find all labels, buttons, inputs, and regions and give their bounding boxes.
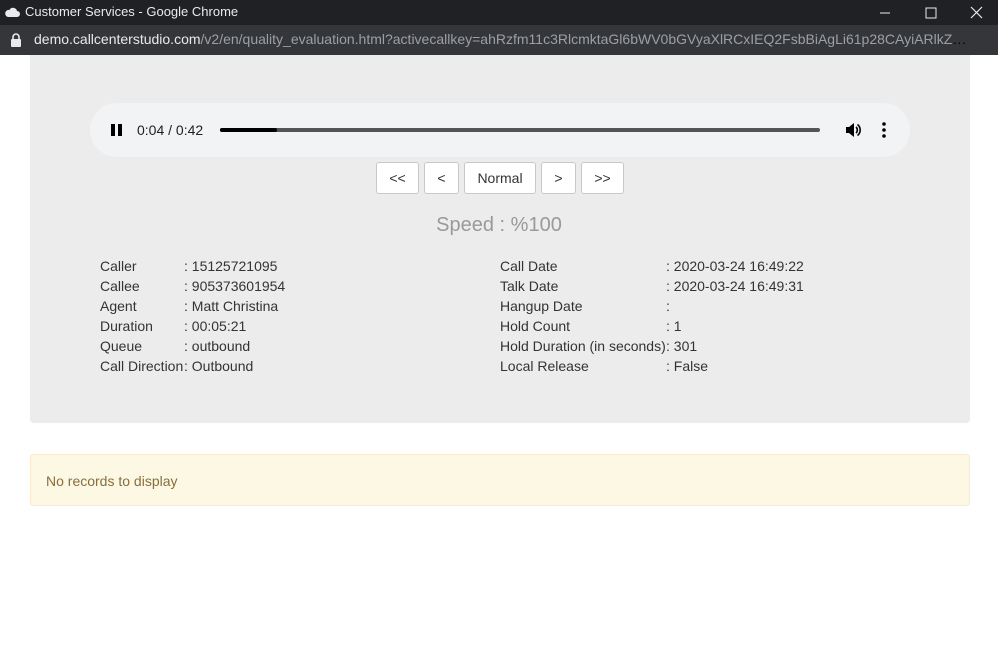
progress-slider[interactable]: [220, 128, 820, 132]
hold-duration-value: : 301: [666, 338, 698, 354]
url-text[interactable]: demo.callcenterstudio.com/v2/en/quality_…: [34, 31, 976, 47]
talk-date-value: : 2020-03-24 16:49:31: [666, 278, 804, 294]
call-direction-value: : Outbound: [184, 358, 254, 374]
caller-value: : 15125721095: [184, 258, 278, 274]
queue-label: Queue: [100, 338, 143, 354]
hangup-date-value: :: [666, 298, 670, 314]
minimize-icon: [880, 12, 890, 13]
call-date-value: : 2020-03-24 16:49:22: [666, 258, 804, 274]
no-records-text: No records to display: [46, 473, 178, 489]
duration-label: Duration: [100, 318, 153, 334]
hold-duration-label: Hold Duration (in seconds): [500, 338, 666, 354]
app-cloud-icon: [5, 7, 20, 17]
duration-value: : 00:05:21: [184, 318, 247, 334]
rewind-button[interactable]: <: [424, 162, 459, 194]
queue-value: : outbound: [184, 338, 251, 354]
maximize-icon: [925, 7, 937, 18]
rewind-fast-button[interactable]: <<: [376, 162, 419, 194]
caller-label: Caller: [100, 258, 137, 274]
call-date-label: Call Date: [500, 258, 558, 274]
maximize-button[interactable]: [908, 0, 954, 25]
agent-label: Agent: [100, 298, 137, 314]
callee-value: : 905373601954: [184, 278, 286, 294]
more-vert-icon[interactable]: [874, 120, 894, 140]
callee-label: Callee: [100, 278, 140, 294]
hold-count-label: Hold Count: [500, 318, 571, 334]
minimize-button[interactable]: [862, 0, 908, 25]
url-host: demo.callcenterstudio.com: [34, 31, 201, 47]
speed-indicator: Speed : %100: [436, 214, 562, 236]
lock-icon: [11, 33, 21, 47]
address-bar[interactable]: demo.callcenterstudio.com/v2/en/quality_…: [0, 25, 998, 55]
audio-player: 0:04 / 0:42: [90, 103, 910, 157]
hold-count-value: : 1: [666, 318, 682, 334]
local-release-label: Local Release: [500, 358, 589, 374]
url-path: /v2/en/quality_evaluation.html?activecal…: [200, 31, 976, 47]
playback-time: 0:04 / 0:42: [137, 122, 204, 138]
window-title: Customer Services - Google Chrome: [25, 4, 239, 19]
normal-speed-button[interactable]: Normal: [464, 162, 536, 194]
close-icon: [970, 6, 982, 19]
forward-fast-button[interactable]: >>: [581, 162, 624, 194]
progress-fill: [220, 128, 277, 132]
local-release-value: : False: [666, 358, 709, 374]
volume-icon[interactable]: [843, 120, 863, 140]
forward-button[interactable]: >: [541, 162, 576, 194]
talk-date-label: Talk Date: [500, 278, 559, 294]
close-button[interactable]: [954, 0, 998, 25]
agent-value: : Matt Christina: [184, 298, 279, 314]
no-records-alert: No records to display: [30, 454, 970, 506]
pause-icon[interactable]: [111, 124, 123, 136]
call-direction-label: Call Direction: [100, 358, 184, 374]
hangup-date-label: Hangup Date: [500, 298, 583, 314]
window-titlebar: Customer Services - Google Chrome: [0, 0, 998, 25]
